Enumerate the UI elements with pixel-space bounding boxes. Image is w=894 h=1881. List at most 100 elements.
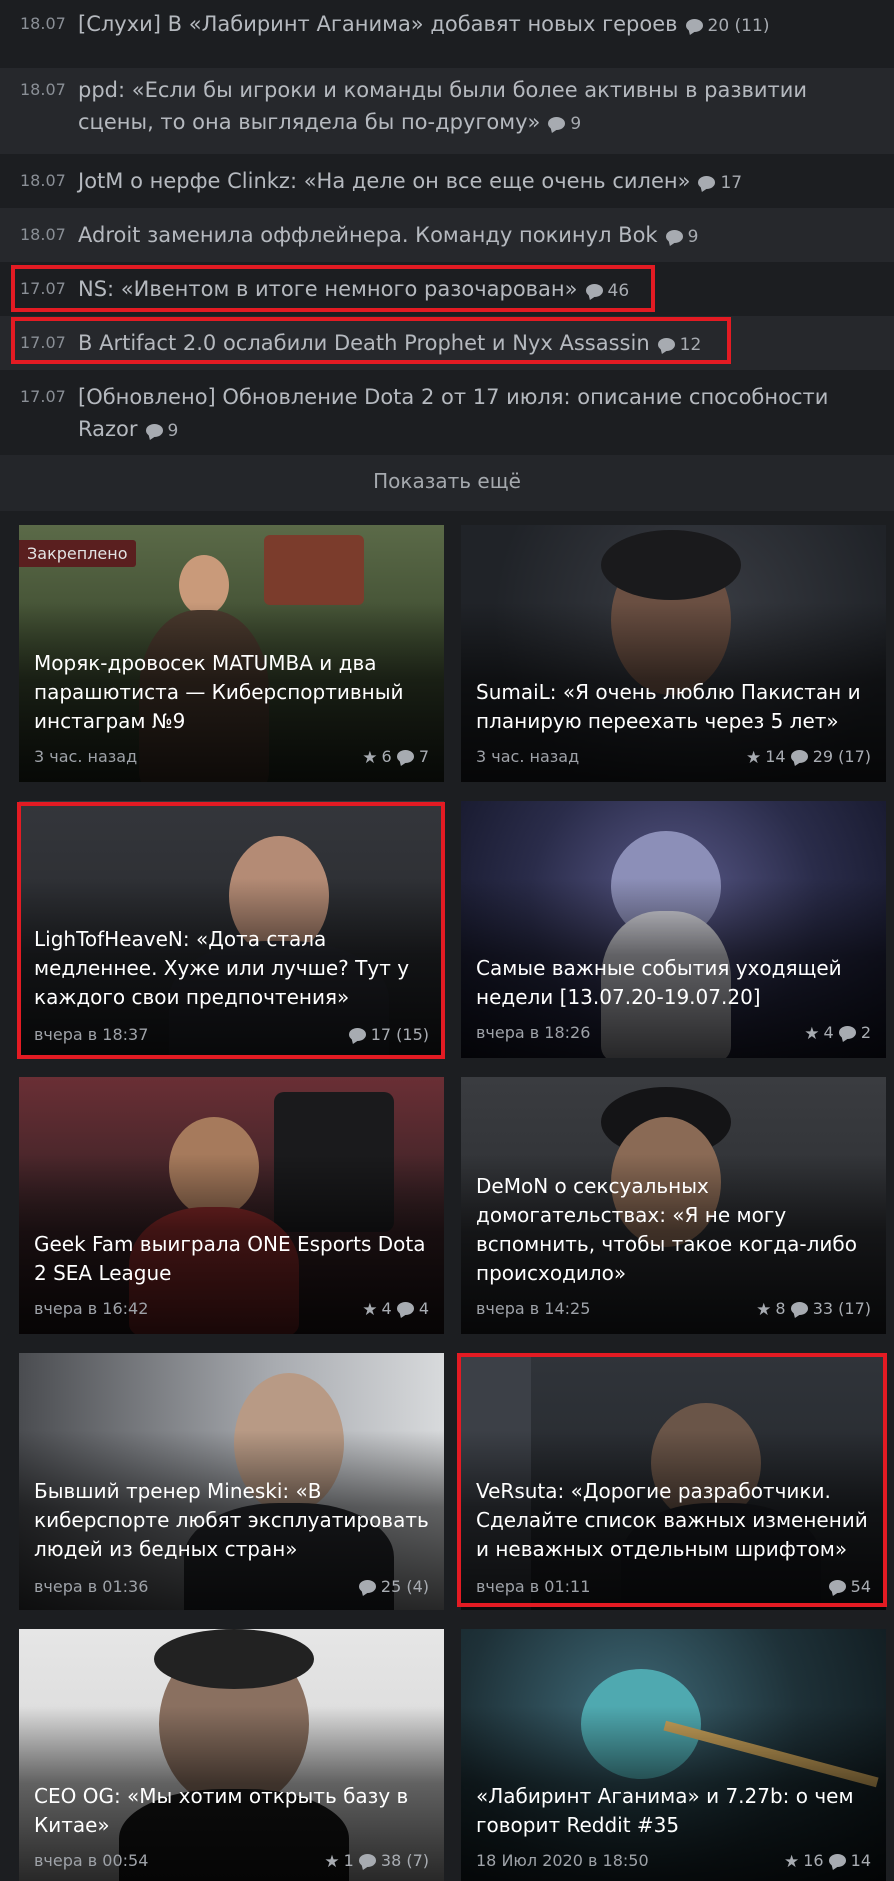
article-card[interactable]: Самые важные события уходящей недели [13… xyxy=(461,801,886,1058)
card-stars: 6 xyxy=(381,747,392,766)
pinned-badge: Закреплено xyxy=(19,540,136,567)
article-card[interactable]: Geek Fam выиграла ONE Esports Dota 2 SEA… xyxy=(19,1077,444,1334)
card-stars: 16 xyxy=(803,1851,824,1870)
news-item[interactable]: 17.07 [Обновлено] Обновление Dota 2 от 1… xyxy=(0,370,894,456)
card-meta: 18 Июл 2020 в 18:50 ★ 16 14 xyxy=(476,1851,871,1872)
card-meta: 3 час. назад ★ 14 29 (17) xyxy=(476,747,871,768)
card-time: вчера в 14:25 xyxy=(476,1299,591,1318)
comment-icon xyxy=(790,1302,808,1315)
card-comments[interactable]: 7 xyxy=(419,747,429,766)
comment-icon xyxy=(665,230,683,243)
article-card[interactable]: SumaiL: «Я очень люблю Пакистан и планир… xyxy=(461,525,886,782)
star-icon: ★ xyxy=(746,748,762,768)
card-meta: вчера в 18:26 ★ 4 2 xyxy=(476,1023,871,1044)
news-item[interactable]: 18.07 Adroit заменила оффлейнера. Команд… xyxy=(0,208,894,262)
card-comments[interactable]: 2 xyxy=(861,1023,871,1042)
card-time: вчера в 00:54 xyxy=(34,1851,149,1870)
comment-icon xyxy=(657,338,675,351)
card-comments[interactable]: 17 (15) xyxy=(371,1025,429,1044)
article-card[interactable]: LighTofHeaveN: «Дота стала медленнее. Ху… xyxy=(19,801,444,1058)
star-icon: ★ xyxy=(804,1024,820,1044)
card-meta: вчера в 01:11 54 xyxy=(476,1577,871,1596)
card-title[interactable]: CEO OG: «Мы хотим открыть базу в Китае» xyxy=(34,1782,429,1840)
card-comments[interactable]: 14 xyxy=(851,1851,871,1870)
comment-icon xyxy=(358,1854,376,1867)
news-title[interactable]: NS: «Ивентом в итоге немного разочарован… xyxy=(78,277,578,301)
card-title[interactable]: Моряк-дровосек MATUMBA и два парашютиста… xyxy=(34,649,429,736)
card-time: вчера в 01:11 xyxy=(476,1577,591,1596)
article-card[interactable]: CEO OG: «Мы хотим открыть базу в Китае» … xyxy=(19,1629,444,1881)
comment-icon xyxy=(698,176,716,189)
card-time: 3 час. назад xyxy=(476,747,580,766)
news-comments[interactable]: 17 xyxy=(698,173,742,193)
news-item[interactable]: 17.07 В Artifact 2.0 ослабили Death Prop… xyxy=(0,316,894,370)
comment-icon xyxy=(145,424,163,437)
card-meta: вчера в 00:54 ★ 1 38 (7) xyxy=(34,1851,429,1872)
card-comments[interactable]: 38 (7) xyxy=(381,1851,429,1870)
comment-icon xyxy=(790,750,808,763)
news-date: 18.07 xyxy=(20,14,66,33)
comment-icon xyxy=(585,284,603,297)
card-time: 3 час. назад xyxy=(34,747,138,766)
star-icon: ★ xyxy=(783,1852,800,1872)
card-stars: 1 xyxy=(343,1851,354,1870)
news-date: 18.07 xyxy=(20,80,66,99)
comment-icon xyxy=(348,1028,366,1041)
card-title[interactable]: Geek Fam выиграла ONE Esports Dota 2 SEA… xyxy=(34,1230,429,1288)
news-comments[interactable]: 9 xyxy=(145,421,178,441)
comment-icon xyxy=(358,1580,376,1593)
card-stars: 4 xyxy=(823,1023,834,1042)
news-comments[interactable]: 9 xyxy=(548,114,581,134)
news-date: 18.07 xyxy=(20,171,66,190)
news-comments[interactable]: 46 xyxy=(585,281,629,301)
news-date: 17.07 xyxy=(20,387,66,406)
news-date: 17.07 xyxy=(20,279,66,298)
card-time: вчера в 16:42 xyxy=(34,1299,149,1318)
news-title[interactable]: ppd: «Если бы игроки и команды были боле… xyxy=(78,78,807,134)
news-title[interactable]: [Слухи] В «Лабиринт Аганима» добавят нов… xyxy=(78,12,678,36)
card-meta: вчера в 18:37 17 (15) xyxy=(34,1025,429,1044)
news-list: 18.07 [Слухи] В «Лабиринт Аганима» добав… xyxy=(0,0,894,456)
card-title[interactable]: LighTofHeaveN: «Дота стала медленнее. Ху… xyxy=(34,925,429,1012)
news-date: 18.07 xyxy=(20,225,66,244)
news-title[interactable]: [Обновлено] Обновление Dota 2 от 17 июля… xyxy=(78,385,828,441)
star-icon: ★ xyxy=(362,1300,378,1320)
card-title[interactable]: Самые важные события уходящей недели [13… xyxy=(476,954,871,1012)
news-comments[interactable]: 9 xyxy=(665,227,698,247)
card-title[interactable]: DeMoN о сексуальных домогательствах: «Я … xyxy=(476,1172,871,1288)
news-title[interactable]: JotM о нерфе Clinkz: «На деле он все еще… xyxy=(78,169,690,193)
card-comments[interactable]: 54 xyxy=(851,1577,871,1596)
news-item[interactable]: 18.07 [Слухи] В «Лабиринт Аганима» добав… xyxy=(0,0,894,68)
card-title[interactable]: «Лабиринт Аганима» и 7.27b: о чем говори… xyxy=(476,1782,871,1840)
card-time: 18 Июл 2020 в 18:50 xyxy=(476,1851,649,1870)
article-card[interactable]: VeRsuta: «Дорогие разработчики. Сделайте… xyxy=(461,1353,886,1610)
comment-icon xyxy=(548,117,566,130)
card-title[interactable]: Бывший тренер Mineski: «В киберспорте лю… xyxy=(34,1477,429,1564)
card-meta: вчера в 01:36 25 (4) xyxy=(34,1577,429,1596)
comment-icon xyxy=(396,750,414,763)
card-title[interactable]: VeRsuta: «Дорогие разработчики. Сделайте… xyxy=(476,1477,871,1564)
article-card[interactable]: «Лабиринт Аганима» и 7.27b: о чем говори… xyxy=(461,1629,886,1881)
news-item[interactable]: 17.07 NS: «Ивентом в итоге немного разоч… xyxy=(0,262,894,316)
article-card[interactable]: DeMoN о сексуальных домогательствах: «Я … xyxy=(461,1077,886,1334)
comment-icon xyxy=(828,1854,846,1867)
news-title[interactable]: Adroit заменила оффлейнера. Команду поки… xyxy=(78,223,658,247)
news-item[interactable]: 18.07 ppd: «Если бы игроки и команды был… xyxy=(0,68,894,154)
card-comments[interactable]: 4 xyxy=(419,1299,429,1318)
news-comments[interactable]: 12 xyxy=(657,335,701,355)
article-card[interactable]: Закреплено Моряк-дровосек MATUMBA и два … xyxy=(19,525,444,782)
card-time: вчера в 01:36 xyxy=(34,1577,149,1596)
card-stars: 14 xyxy=(765,747,786,766)
card-meta: 3 час. назад ★ 6 7 xyxy=(34,747,429,768)
news-comments[interactable]: 20 (11) xyxy=(685,16,769,36)
card-stars: 8 xyxy=(775,1299,786,1318)
comment-icon xyxy=(838,1026,856,1039)
news-item[interactable]: 18.07 JotM о нерфе Clinkz: «На деле он в… xyxy=(0,154,894,208)
news-title[interactable]: В Artifact 2.0 ослабили Death Prophet и … xyxy=(78,331,650,355)
card-title[interactable]: SumaiL: «Я очень люблю Пакистан и планир… xyxy=(476,678,871,736)
card-comments[interactable]: 29 (17) xyxy=(813,747,871,766)
show-more-button[interactable]: Показать ещё xyxy=(0,455,894,511)
article-card[interactable]: Бывший тренер Mineski: «В киберспорте лю… xyxy=(19,1353,444,1610)
card-comments[interactable]: 25 (4) xyxy=(381,1577,429,1596)
card-comments[interactable]: 33 (17) xyxy=(813,1299,871,1318)
